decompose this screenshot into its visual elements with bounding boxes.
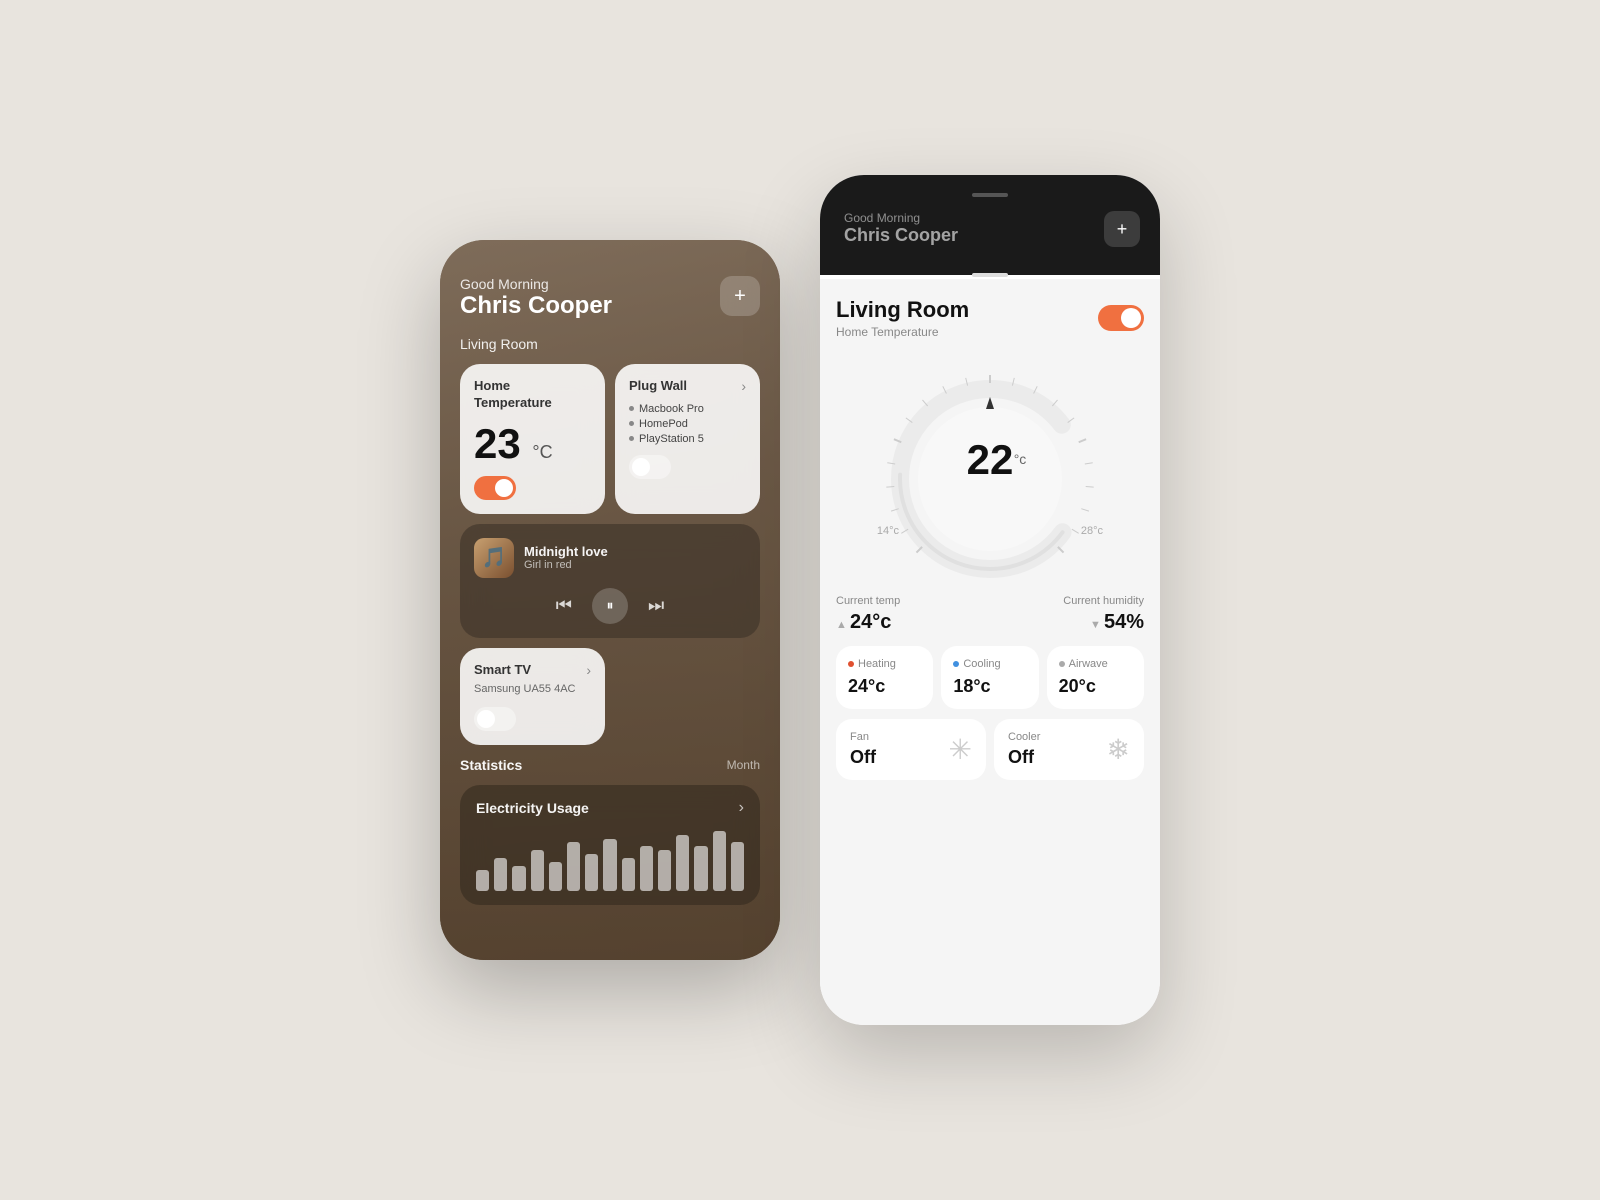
right-sub: Home Temperature (836, 325, 969, 339)
elec-arrow[interactable]: › (739, 799, 744, 817)
add-button-left[interactable]: + (720, 276, 760, 316)
svg-text:22: 22 (967, 436, 1014, 483)
plug-item-3: PlayStation 5 (629, 433, 746, 445)
heating-label: Heating (858, 658, 896, 670)
svg-text:°c: °c (1014, 451, 1027, 467)
cooling-value: 18°c (953, 676, 1026, 697)
airwave-card[interactable]: Airwave 20°c (1047, 646, 1144, 709)
plug-card: Plug Wall › Macbook Pro HomePod PlayStat… (615, 364, 760, 514)
mode-cards: Heating 24°c Cooling 18°c Airwave 20°c (836, 646, 1144, 709)
room-toggle[interactable] (1098, 305, 1144, 331)
cooling-card[interactable]: Cooling 18°c (941, 646, 1038, 709)
temp-unit: °C (532, 442, 552, 462)
airwave-value: 20°c (1059, 676, 1132, 697)
cooler-icon: ❄ (1107, 733, 1130, 766)
plug-items: Macbook Pro HomePod PlayStation 5 (629, 403, 746, 445)
cooler-value: Off (1008, 747, 1040, 768)
pause-button[interactable]: ⏸ (592, 588, 628, 624)
current-temp-value: ▲ 24°c (836, 611, 984, 634)
plug-card-title: Plug Wall (629, 378, 687, 395)
greeting-small-left: Good Morning (460, 276, 612, 292)
tv-card-title: Smart TV (474, 662, 531, 679)
top-greeting-small: Good Morning (844, 211, 1136, 225)
top-greeting-name: Chris Cooper (844, 225, 1136, 246)
temp-value: 23 (474, 420, 521, 467)
plug-item-1: Macbook Pro (629, 403, 746, 415)
music-artist: Girl in red (524, 559, 608, 571)
thermostat-dial: 22 °c 14°c 28°c (836, 359, 1144, 579)
tv-toggle[interactable] (474, 707, 516, 731)
current-temp-box: Current temp ▲ 24°c (836, 595, 984, 634)
phone-right: Good Morning Chris Cooper + Living Room … (820, 175, 1160, 1025)
airwave-label: Airwave (1069, 658, 1108, 670)
tv-subtitle: Samsung UA55 4AC (474, 683, 591, 695)
electricity-card: Electricity Usage › (460, 785, 760, 905)
greeting-name-left: Chris Cooper (460, 292, 612, 320)
current-temp-label: Current temp (836, 595, 984, 607)
svg-text:14°c: 14°c (877, 525, 900, 537)
right-room-title: Living Room (836, 297, 969, 323)
fan-value: Off (850, 747, 876, 768)
music-card: 🎵 Midnight love Girl in red ⏮ ⏸ ⏭ (460, 524, 760, 638)
phone-left: Good Morning Chris Cooper + Living Room … (440, 240, 780, 960)
temp-card: Home Temperature 23 °C (460, 364, 605, 514)
current-stats: Current temp ▲ 24°c Current humidity ▼ 5… (836, 595, 1144, 634)
current-humidity-box: Current humidity ▼ 54% (996, 595, 1144, 634)
fan-label: Fan (850, 731, 876, 743)
tv-card: Smart TV › Samsung UA55 4AC (460, 648, 605, 745)
plug-card-arrow[interactable]: › (741, 378, 746, 394)
elec-title: Electricity Usage (476, 800, 589, 816)
fan-icon: ✳ (949, 733, 972, 766)
heating-value: 24°c (848, 676, 921, 697)
cooler-card[interactable]: Cooler Off ❄ (994, 719, 1144, 780)
stats-period: Month (727, 758, 760, 772)
section-label-left: Living Room (460, 336, 760, 352)
bottom-cards: Fan Off ✳ Cooler Off ❄ (836, 719, 1144, 780)
album-art: 🎵 (474, 538, 514, 578)
tv-card-arrow[interactable]: › (586, 662, 591, 678)
next-button[interactable]: ⏭ (648, 595, 664, 616)
cooling-label: Cooling (963, 658, 1000, 670)
current-humidity-value: ▼ 54% (996, 611, 1144, 634)
temp-toggle[interactable] (474, 476, 516, 500)
plug-item-2: HomePod (629, 418, 746, 430)
prev-button[interactable]: ⏮ (556, 595, 572, 616)
plug-toggle[interactable] (629, 455, 671, 479)
svg-text:28°c: 28°c (1081, 525, 1104, 537)
fan-card[interactable]: Fan Off ✳ (836, 719, 986, 780)
bar-chart (476, 831, 744, 891)
temp-card-title1: Home (474, 378, 510, 393)
heating-card[interactable]: Heating 24°c (836, 646, 933, 709)
current-humidity-label: Current humidity (996, 595, 1144, 607)
stats-label: Statistics (460, 757, 522, 773)
add-button-right[interactable]: + (1104, 211, 1140, 247)
music-title: Midnight love (524, 544, 608, 559)
temp-card-title2: Temperature (474, 395, 552, 410)
cooler-label: Cooler (1008, 731, 1040, 743)
